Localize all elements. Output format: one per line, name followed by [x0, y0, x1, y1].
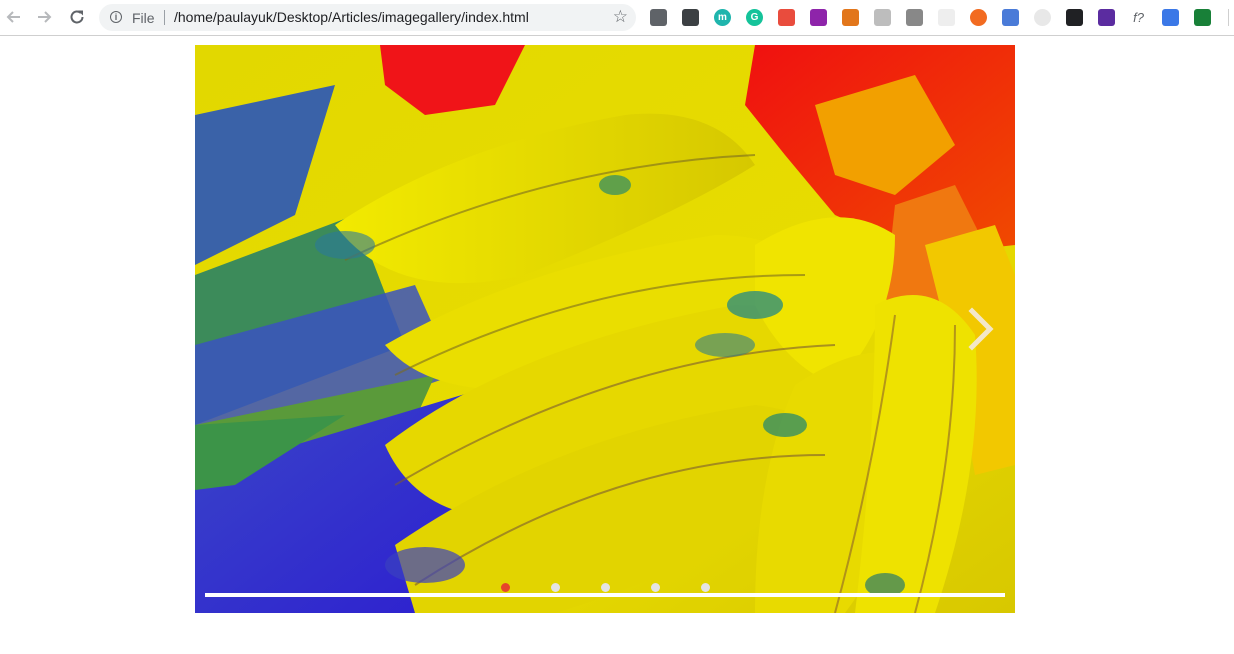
- slide-dot-2[interactable]: [551, 583, 560, 592]
- file-scheme-label: File: [132, 10, 155, 26]
- back-button[interactable]: [2, 6, 26, 28]
- toolbar-divider: [1228, 9, 1229, 26]
- slide-dot-5[interactable]: [701, 583, 710, 592]
- browser-toolbar: i File /home/paulayuk/Desktop/Articles/i…: [0, 0, 1234, 36]
- gallery-slide-image: [195, 45, 1015, 613]
- green-extension-icon[interactable]: [1194, 8, 1211, 26]
- arrow-left-icon: [6, 11, 20, 23]
- more-extension-icon[interactable]: [1066, 8, 1083, 26]
- chevron-right-icon: [968, 307, 994, 351]
- info-icon[interactable]: i: [110, 11, 122, 23]
- settings-gear-extension-icon[interactable]: [650, 8, 667, 26]
- forward-button[interactable]: [32, 6, 56, 28]
- next-slide-button[interactable]: [960, 302, 1000, 356]
- parrot-feathers-photo: [195, 45, 1015, 613]
- feather-extension-icon[interactable]: [810, 8, 827, 26]
- readability-extension-icon[interactable]: [874, 8, 891, 26]
- reload-button[interactable]: [65, 6, 89, 28]
- slide-dot-1[interactable]: [501, 583, 510, 592]
- extension-toolbar: m Gf?: [650, 7, 1226, 27]
- address-bar[interactable]: i File /home/paulayuk/Desktop/Articles/i…: [99, 4, 636, 31]
- omnibox-divider: [164, 10, 165, 25]
- fontface-extension-icon[interactable]: f?: [1130, 8, 1147, 26]
- slide-progress-track: [205, 593, 1005, 597]
- purple-extension-icon[interactable]: [1098, 8, 1115, 26]
- blank-extension-icon[interactable]: [938, 8, 955, 26]
- orange-circle-extension-icon[interactable]: [970, 8, 987, 26]
- mercury-extension-icon[interactable]: m: [714, 8, 731, 26]
- download-extension-icon[interactable]: [1162, 8, 1179, 26]
- arrow-right-icon: [38, 11, 52, 23]
- metamask-extension-icon[interactable]: [842, 8, 859, 26]
- url-text[interactable]: /home/paulayuk/Desktop/Articles/imagegal…: [174, 9, 529, 25]
- translate-extension-icon[interactable]: [1002, 8, 1019, 26]
- slide-dot-3[interactable]: [601, 583, 610, 592]
- grammarly-extension-icon[interactable]: G: [746, 8, 763, 26]
- colorpick-extension-icon[interactable]: [778, 8, 795, 26]
- slide-dot-4[interactable]: [651, 583, 660, 592]
- reload-icon: [70, 10, 84, 24]
- pocket-extension-icon[interactable]: [682, 8, 699, 26]
- star-icon[interactable]: ☆: [613, 7, 628, 27]
- vue-devtools-extension-icon[interactable]: [906, 8, 923, 26]
- clock-extension-icon[interactable]: [1034, 8, 1051, 26]
